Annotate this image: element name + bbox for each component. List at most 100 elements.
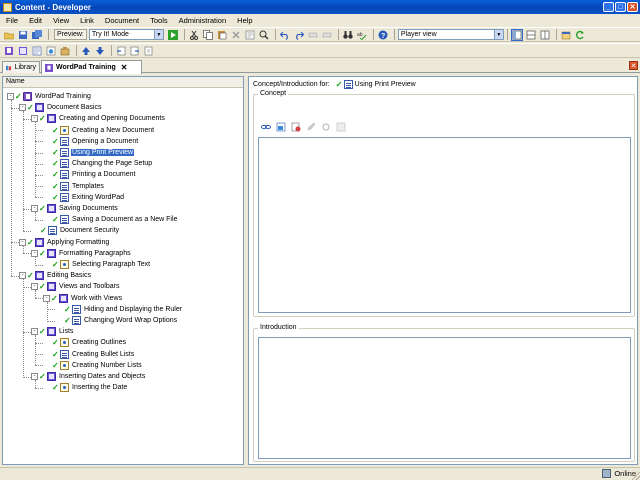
tab-close-icon[interactable]: ✕ xyxy=(121,63,128,72)
paste-icon[interactable] xyxy=(216,29,228,41)
collapse-toggle-icon[interactable]: - xyxy=(31,115,38,123)
collapse-toggle-icon[interactable]: - xyxy=(31,283,38,291)
tree-node[interactable]: - ✓ Lists xyxy=(31,326,74,337)
tree-node[interactable]: - ✓ WordPad Training xyxy=(7,91,92,102)
tree-node[interactable]: - ✓ Inserting Dates and Objects xyxy=(31,371,146,382)
tree-node[interactable]: - ✓ Saving Documents xyxy=(31,203,119,214)
tree-node[interactable]: - ✓ Work with Views xyxy=(43,293,123,304)
save-icon[interactable] xyxy=(17,29,29,41)
menu-document[interactable]: Document xyxy=(105,16,139,25)
tree-node[interactable]: ✓ Saving a Document as a New File xyxy=(43,214,178,225)
move-down-icon[interactable] xyxy=(94,45,106,57)
tree-node[interactable]: ✓ Printing a Document xyxy=(43,169,136,180)
layout-vertical-icon[interactable] xyxy=(539,29,551,41)
binoculars-icon[interactable] xyxy=(342,29,354,41)
tree-node[interactable]: ✓ Exiting WordPad xyxy=(43,192,125,203)
collapse-toggle-icon[interactable]: - xyxy=(31,328,38,336)
layout-single-icon[interactable] xyxy=(510,28,523,41)
save-all-icon[interactable] xyxy=(31,29,43,41)
minimize-button[interactable]: _ xyxy=(603,2,614,12)
outline-toolbar xyxy=(0,43,640,58)
resize-grip-icon[interactable] xyxy=(632,472,640,480)
tree-node[interactable]: - ✓ Editing Basics xyxy=(19,270,92,281)
maximize-button[interactable]: □ xyxy=(615,2,626,12)
new-module-icon[interactable] xyxy=(3,45,15,57)
link-doc-icon[interactable] xyxy=(143,45,155,57)
cut-icon[interactable] xyxy=(188,29,200,41)
find-icon[interactable] xyxy=(258,29,270,41)
menu-edit[interactable]: Edit xyxy=(29,16,42,25)
open-folder-icon[interactable] xyxy=(3,29,15,41)
tree-node[interactable]: ✓ Creating Number Lists xyxy=(43,360,143,371)
tree-node[interactable]: ✓ Using Print Preview xyxy=(43,147,135,158)
tree-node[interactable]: ✓ Opening a Document xyxy=(43,136,139,147)
collapse-toggle-icon[interactable]: - xyxy=(31,205,38,212)
remove-web-page-icon[interactable] xyxy=(289,121,302,133)
tree-node[interactable]: ✓ Changing Word Wrap Options xyxy=(55,315,178,326)
collapse-toggle-icon[interactable]: - xyxy=(31,249,38,257)
link-icon[interactable] xyxy=(259,121,272,133)
tab-wordpad-training[interactable]: WordPad Training ✕ xyxy=(41,60,142,74)
collapse-toggle-icon[interactable]: - xyxy=(19,104,26,112)
promote-icon[interactable] xyxy=(115,45,127,57)
tree-node[interactable]: - ✓ Formatting Paragraphs xyxy=(31,248,132,259)
tree-node[interactable]: - ✓ Applying Formatting xyxy=(19,237,110,248)
tree-node[interactable]: ✓ Creating Bullet Lists xyxy=(43,349,135,360)
new-web-page-icon[interactable] xyxy=(45,45,57,57)
tree-node[interactable]: ✓ Templates xyxy=(43,181,105,192)
collapse-toggle-icon[interactable]: - xyxy=(19,238,26,246)
redo-icon[interactable] xyxy=(293,29,305,41)
copy-icon[interactable] xyxy=(202,29,214,41)
tree-node[interactable]: ✓ Creating a New Document xyxy=(43,125,155,136)
menu-tools[interactable]: Tools xyxy=(150,16,168,25)
tree-node[interactable]: ✓ Hiding and Displaying the Ruler xyxy=(55,304,183,315)
menu-view[interactable]: View xyxy=(53,16,69,25)
outdent-icon[interactable] xyxy=(321,29,333,41)
help-icon[interactable]: ? xyxy=(377,29,389,41)
name-column-header[interactable]: Name xyxy=(3,77,243,88)
tree-node[interactable]: - ✓ Creating and Opening Documents xyxy=(31,113,166,124)
demote-icon[interactable] xyxy=(129,45,141,57)
menu-administration[interactable]: Administration xyxy=(179,16,227,25)
insert-web-page-icon[interactable] xyxy=(274,121,287,133)
tree-node-label: Document Basics xyxy=(47,104,102,112)
tree-node[interactable]: ✓ Selecting Paragraph Text xyxy=(43,259,151,270)
layout-horizontal-icon[interactable] xyxy=(525,29,537,41)
tree-node[interactable]: ✓ Inserting the Date xyxy=(43,382,128,393)
chapter-icon xyxy=(35,103,44,113)
close-document-icon[interactable]: ✕ xyxy=(629,61,638,70)
undo-icon[interactable] xyxy=(279,29,291,41)
tree-node[interactable]: - ✓ Document Basics xyxy=(19,102,102,113)
tree-connector xyxy=(35,365,43,367)
new-package-icon[interactable] xyxy=(59,45,71,57)
collapse-toggle-icon[interactable]: - xyxy=(19,272,26,280)
preview-go-icon[interactable] xyxy=(167,29,179,41)
introduction-editor[interactable] xyxy=(258,337,631,459)
options-icon[interactable] xyxy=(560,29,572,41)
indent-icon[interactable] xyxy=(307,29,319,41)
menu-file[interactable]: File xyxy=(6,16,18,25)
tree-node[interactable]: ✓ Creating Outlines xyxy=(43,337,127,348)
collapse-toggle-icon[interactable]: - xyxy=(7,93,14,100)
move-up-icon[interactable] xyxy=(80,45,92,57)
menu-help[interactable]: Help xyxy=(237,16,252,25)
concept-editor[interactable] xyxy=(258,137,631,313)
player-view-select[interactable]: Player view ▼ xyxy=(397,29,504,40)
mode-select[interactable]: Try It! Mode ▼ xyxy=(88,29,164,40)
close-button[interactable]: ✕ xyxy=(627,2,638,12)
chapter-icon xyxy=(35,237,44,247)
spell-check-icon[interactable]: ab xyxy=(356,29,368,41)
delete-icon[interactable] xyxy=(230,29,242,41)
tab-library[interactable]: Library xyxy=(2,61,40,73)
new-topic-icon[interactable] xyxy=(31,45,43,57)
collapse-toggle-icon[interactable]: - xyxy=(43,294,50,302)
new-section-icon[interactable] xyxy=(17,45,29,57)
refresh-icon[interactable] xyxy=(574,29,586,41)
collapse-toggle-icon[interactable]: - xyxy=(31,373,38,380)
menu-link[interactable]: Link xyxy=(80,16,94,25)
tree-node[interactable]: ✓ Document Security xyxy=(31,225,120,236)
properties-icon[interactable] xyxy=(244,29,256,41)
tree-connector xyxy=(11,107,19,109)
tree-node[interactable]: ✓ Changing the Page Setup xyxy=(43,158,153,169)
tree-node[interactable]: - ✓ Views and Toolbars xyxy=(31,281,120,292)
